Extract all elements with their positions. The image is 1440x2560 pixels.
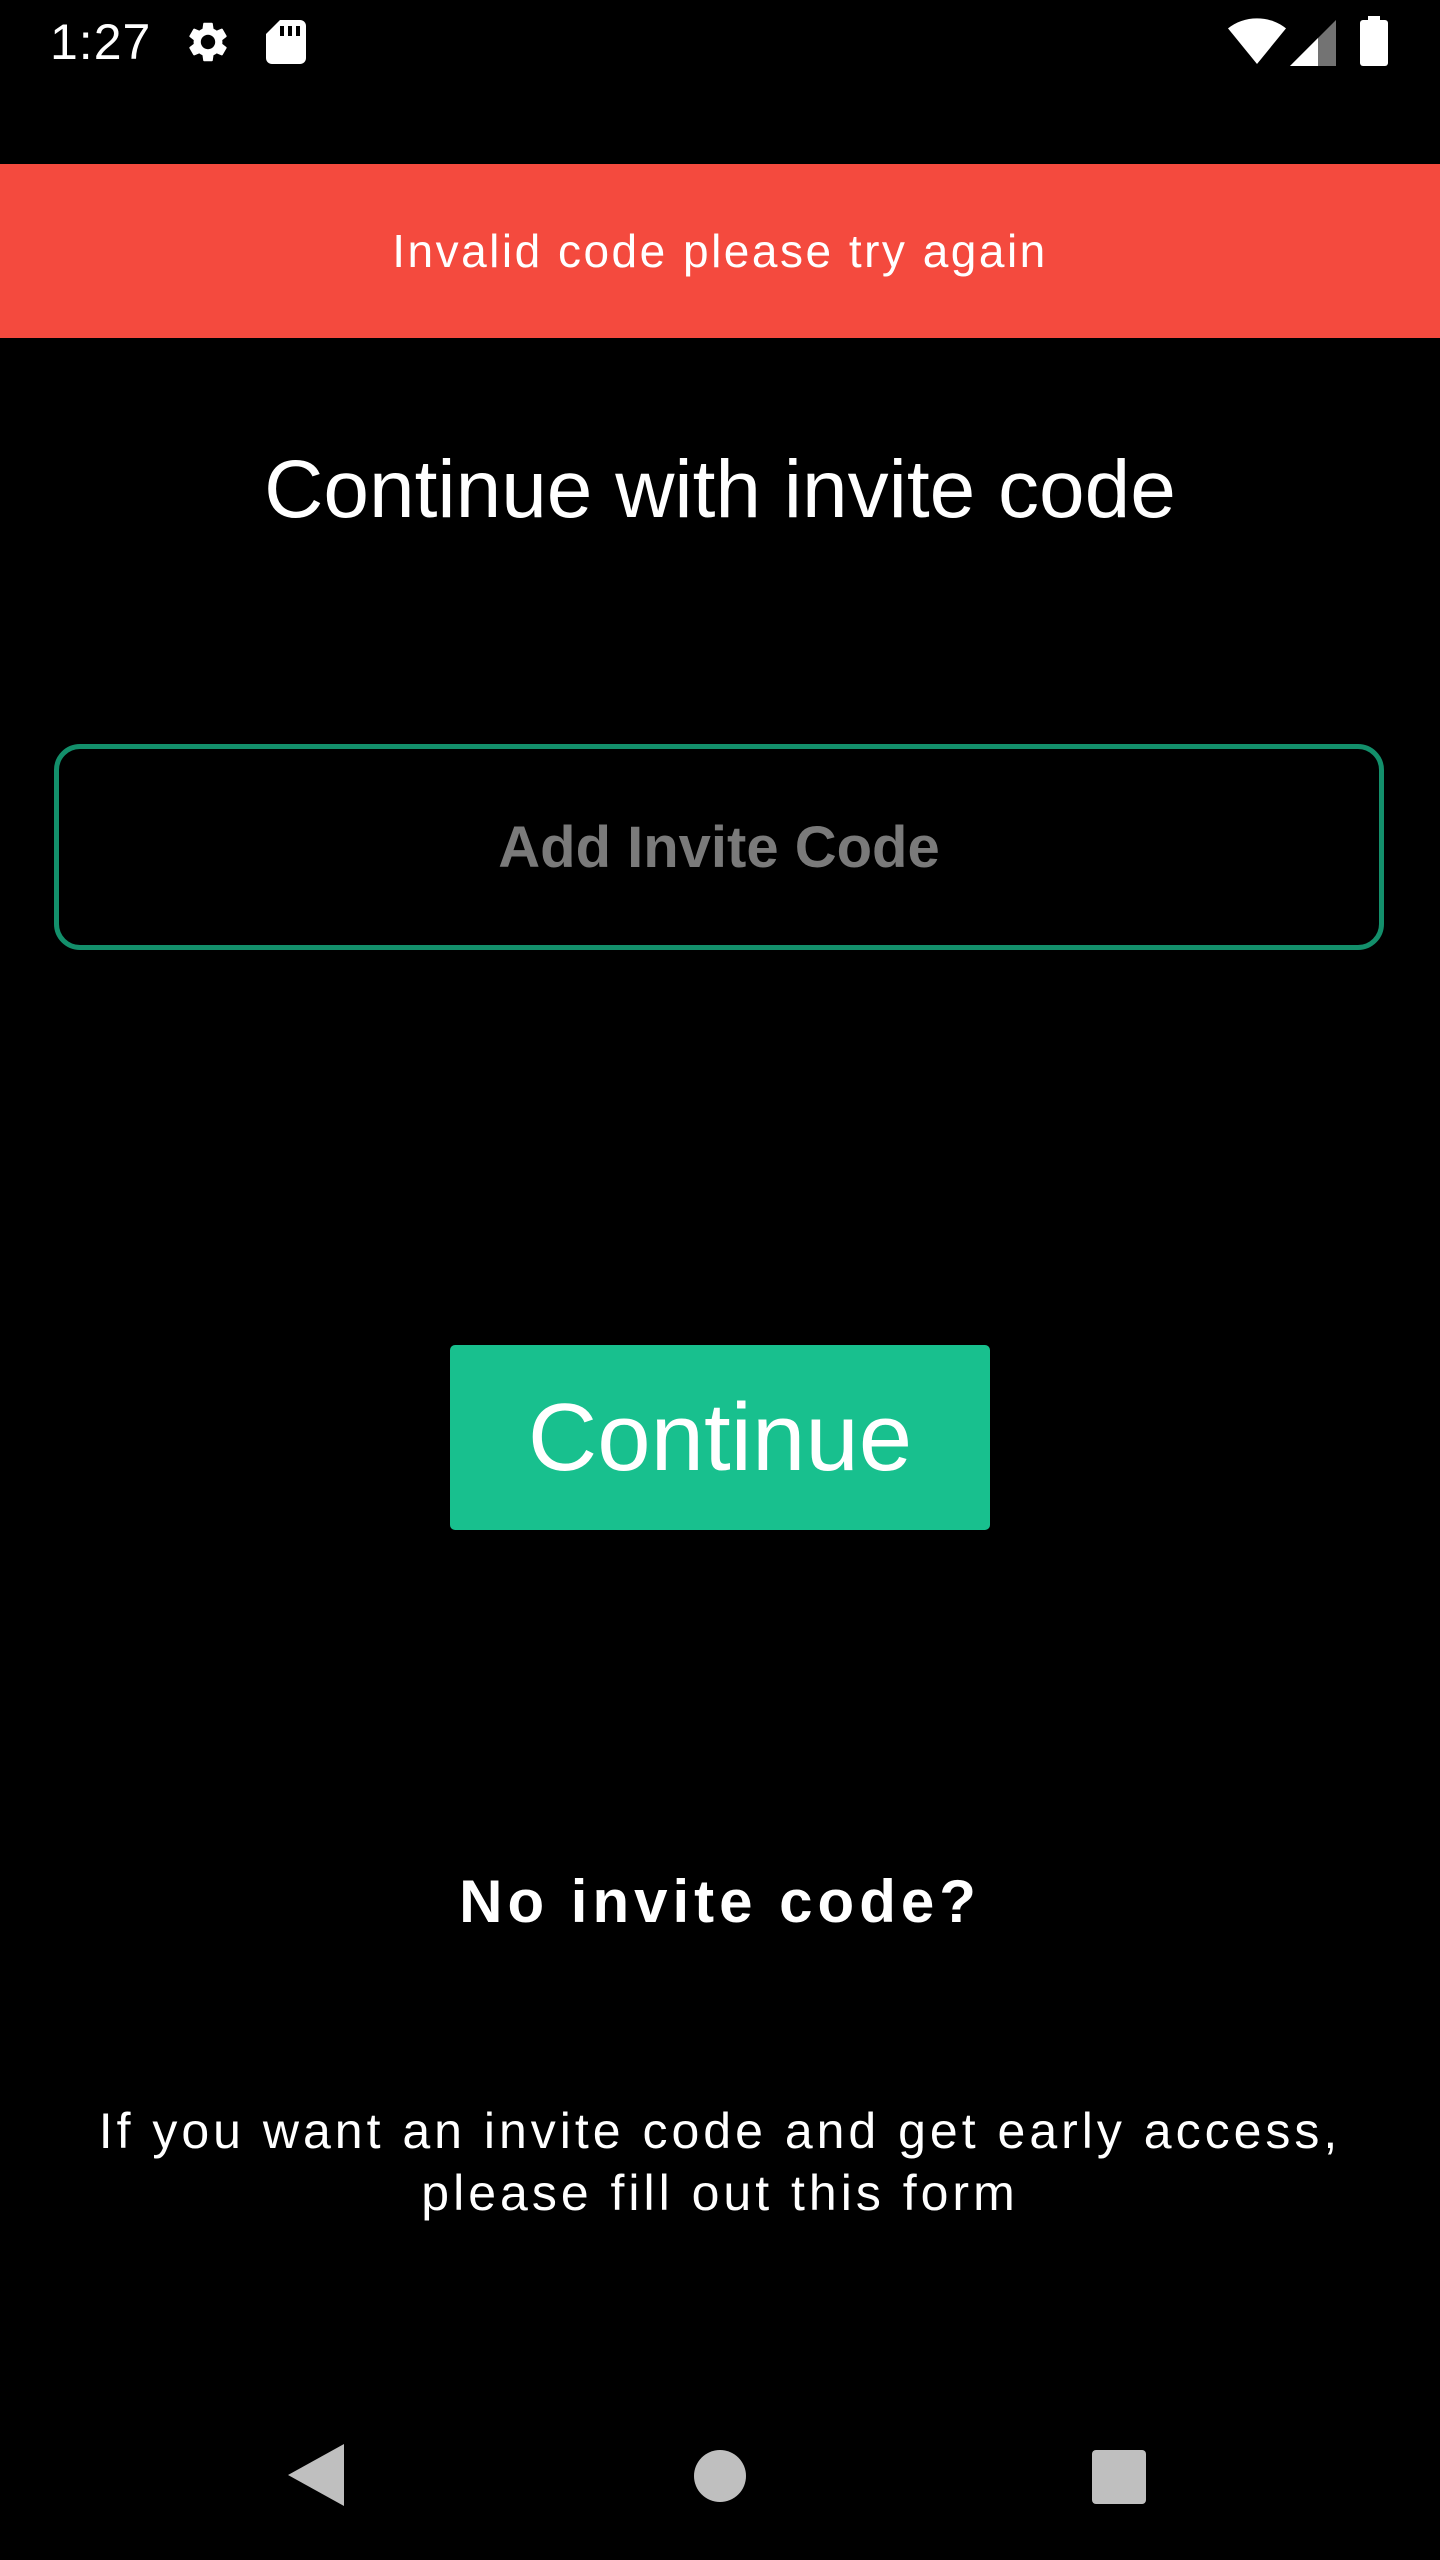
error-banner: Invalid code please try again xyxy=(0,164,1440,338)
page-title: Continue with invite code xyxy=(264,444,1176,535)
home-icon[interactable] xyxy=(694,2450,746,2502)
status-time: 1:27 xyxy=(50,14,152,70)
battery-icon xyxy=(1360,16,1388,66)
cell-signal-icon xyxy=(1290,20,1336,66)
continue-button[interactable]: Continue xyxy=(450,1345,990,1530)
request-form-link[interactable]: If you want an invite code and get early… xyxy=(60,2100,1380,2224)
wifi-icon xyxy=(1228,18,1286,64)
invite-code-input[interactable] xyxy=(54,744,1384,950)
status-bar: 1:27 xyxy=(0,0,1440,84)
navigation-bar xyxy=(0,2400,1440,2560)
error-message: Invalid code please try again xyxy=(392,225,1048,277)
back-icon[interactable] xyxy=(288,2444,344,2506)
gear-icon xyxy=(189,22,227,62)
no-invite-code-heading: No invite code? xyxy=(459,1868,981,1935)
sd-card-icon xyxy=(266,20,306,64)
recents-icon[interactable] xyxy=(1092,2450,1146,2504)
